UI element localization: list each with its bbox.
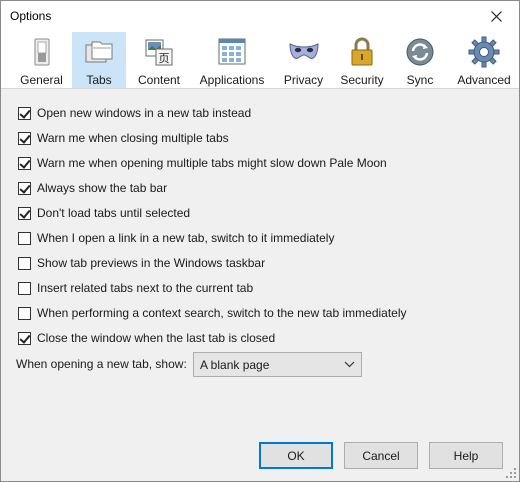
new-tab-page-select[interactable]: A blank page bbox=[193, 352, 362, 377]
checkbox[interactable] bbox=[18, 106, 31, 120]
checkbox[interactable] bbox=[18, 156, 31, 170]
padlock-icon bbox=[351, 37, 373, 66]
checkbox[interactable] bbox=[18, 256, 31, 270]
options-dialog: Options General Tabs 页 Content Applicati… bbox=[0, 0, 520, 482]
option-insert-related-tabs[interactable]: Insert related tabs next to the current … bbox=[18, 278, 253, 298]
option-open-new-windows-in-tab[interactable]: Open new windows in a new tab instead bbox=[18, 103, 251, 123]
tab-advanced[interactable]: Advanced bbox=[455, 32, 513, 88]
mask-icon bbox=[288, 43, 319, 59]
option-warn-opening-multiple-tabs[interactable]: Warn me when opening multiple tabs might… bbox=[18, 153, 387, 173]
option-switch-to-new-tab[interactable]: When I open a link in a new tab, switch … bbox=[18, 228, 334, 248]
preferences-toolbar: General Tabs 页 Content Applications Priv… bbox=[1, 31, 519, 89]
tab-sync[interactable]: Sync bbox=[402, 32, 438, 88]
applications-icon bbox=[218, 38, 246, 65]
checkbox[interactable] bbox=[18, 181, 31, 195]
switch-icon bbox=[34, 38, 49, 66]
tab-content[interactable]: 页 Content bbox=[134, 32, 184, 88]
tab-tabs[interactable]: Tabs bbox=[72, 32, 126, 88]
checkbox[interactable] bbox=[18, 131, 31, 145]
chevron-down-icon bbox=[344, 361, 355, 368]
tab-general[interactable]: General bbox=[15, 32, 68, 88]
title-bar: Options bbox=[1, 1, 519, 31]
option-context-search-switch[interactable]: When performing a context search, switch… bbox=[18, 303, 407, 323]
option-warn-closing-multiple-tabs[interactable]: Warn me when closing multiple tabs bbox=[18, 128, 229, 148]
checkbox[interactable] bbox=[18, 331, 31, 345]
checkbox[interactable] bbox=[18, 206, 31, 220]
folders-icon bbox=[85, 41, 113, 63]
resize-grip-icon[interactable] bbox=[506, 468, 516, 478]
cancel-button[interactable]: Cancel bbox=[344, 442, 418, 469]
ok-button[interactable]: OK bbox=[259, 442, 333, 469]
close-icon bbox=[490, 10, 502, 22]
gear-icon bbox=[468, 36, 500, 68]
option-always-show-tab-bar[interactable]: Always show the tab bar bbox=[18, 178, 167, 198]
new-tab-page-value: A blank page bbox=[200, 357, 270, 372]
checkbox[interactable] bbox=[18, 306, 31, 320]
option-close-window-last-tab[interactable]: Close the window when the last tab is cl… bbox=[18, 328, 275, 348]
content-icon: 页 bbox=[145, 39, 173, 66]
tab-security[interactable]: Security bbox=[337, 32, 387, 88]
checkbox[interactable] bbox=[18, 281, 31, 295]
close-button[interactable] bbox=[473, 1, 519, 31]
tab-privacy[interactable]: Privacy bbox=[281, 32, 326, 88]
sync-icon bbox=[406, 38, 434, 66]
tab-applications[interactable]: Applications bbox=[196, 32, 268, 88]
option-dont-load-tabs-until-selected[interactable]: Don't load tabs until selected bbox=[18, 203, 190, 223]
window-title: Options bbox=[10, 9, 52, 23]
svg-text:页: 页 bbox=[159, 52, 170, 65]
new-tab-label: When opening a new tab, show: bbox=[16, 357, 187, 371]
help-button[interactable]: Help bbox=[429, 442, 503, 469]
checkbox[interactable] bbox=[18, 231, 31, 245]
option-show-tab-previews[interactable]: Show tab previews in the Windows taskbar bbox=[18, 253, 265, 273]
